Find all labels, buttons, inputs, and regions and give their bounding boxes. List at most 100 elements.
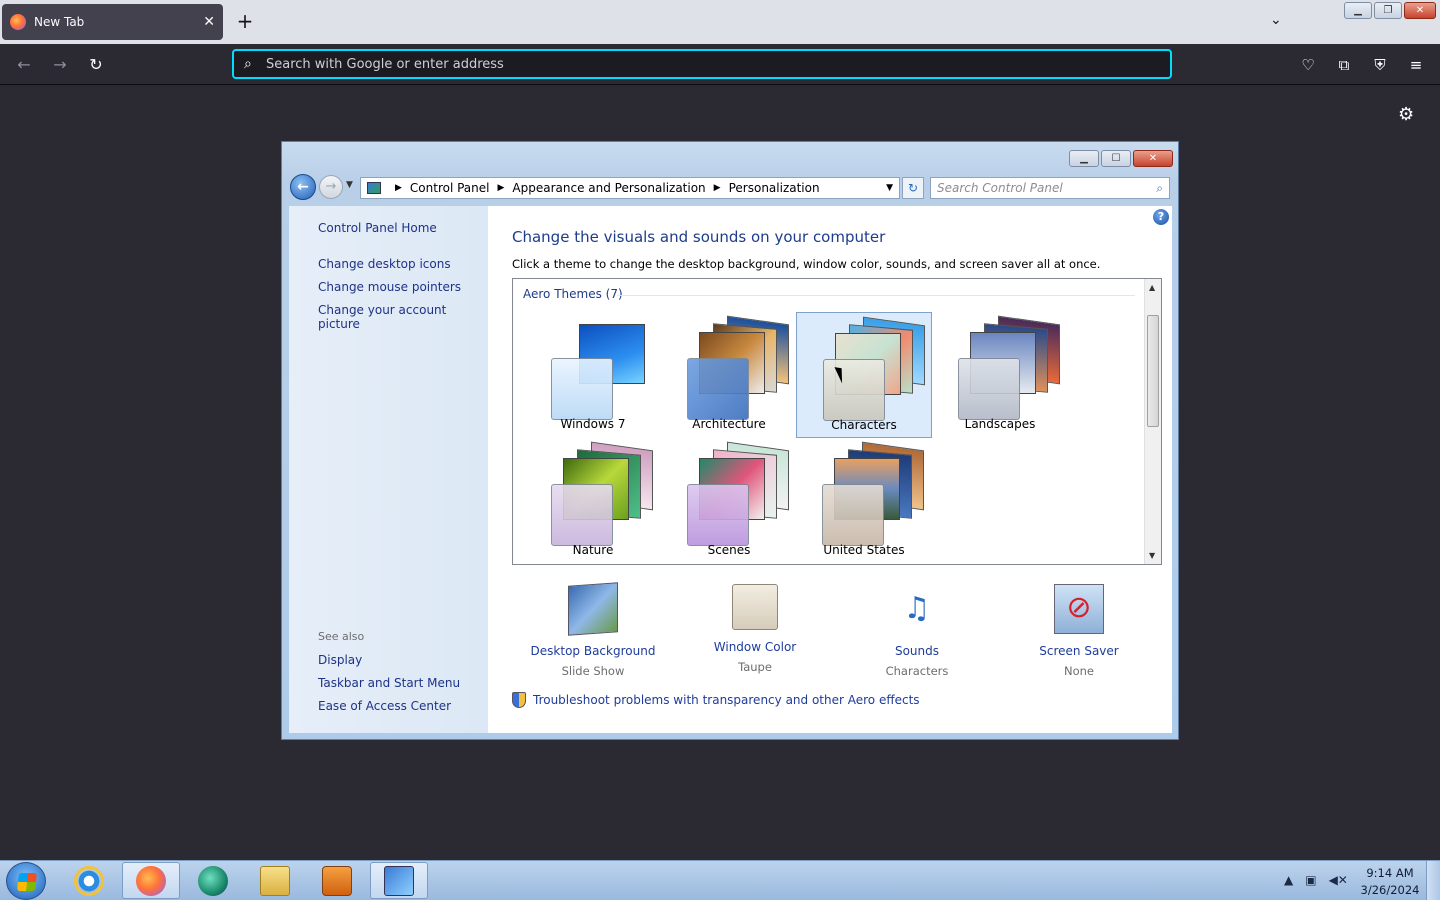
internet-explorer-icon	[74, 865, 104, 896]
cp-content: Control Panel Home Change desktop icons …	[289, 206, 1172, 733]
cp-back-button[interactable]: ←	[290, 174, 316, 200]
theme-label: Characters	[831, 418, 897, 432]
theme-list-scrollbar[interactable]: ▲ ▼	[1144, 279, 1161, 564]
theme-preview	[551, 320, 651, 420]
reload-icon[interactable]: ↻	[84, 53, 108, 77]
network-icon[interactable]: ▣	[1305, 873, 1316, 887]
taskbar-file-explorer[interactable]	[246, 862, 304, 899]
theme-architecture[interactable]: Architecture	[661, 312, 797, 438]
theme-windows-7[interactable]: Windows 7	[525, 312, 661, 438]
sounds-item[interactable]: ♫ Sounds Characters	[842, 584, 992, 678]
screen-saver-item[interactable]: ⊘ Screen Saver None	[1004, 584, 1154, 678]
search-icon[interactable]: ⌕	[1156, 178, 1163, 198]
link-control-panel-home[interactable]: Control Panel Home	[318, 221, 437, 235]
address-input[interactable]	[266, 56, 1146, 72]
link-taskbar-start-menu[interactable]: Taskbar and Start Menu	[318, 676, 460, 690]
search-control-panel-input[interactable]: Search Control Panel ⌕	[930, 177, 1170, 199]
link-change-account-picture[interactable]: Change your account picture	[318, 303, 488, 331]
troubleshoot-link-text[interactable]: Troubleshoot problems with transparency …	[533, 693, 920, 707]
desktop-background-icon	[568, 582, 618, 636]
ublock-shield-icon[interactable]: ⛨	[1368, 53, 1392, 77]
tab-new-tab[interactable]: New Tab ✕	[2, 4, 223, 40]
link-display[interactable]: Display	[318, 653, 362, 667]
tab-title: New Tab	[34, 15, 85, 29]
window-color-link[interactable]: Window Color	[680, 640, 830, 654]
troubleshoot-link[interactable]: Troubleshoot problems with transparency …	[512, 692, 920, 708]
firefox-icon	[10, 14, 26, 30]
start-button[interactable]	[6, 862, 46, 900]
desktop-background-item[interactable]: Desktop Background Slide Show	[518, 582, 668, 678]
theme-nature[interactable]: Nature	[525, 438, 661, 564]
control-panel-icon	[384, 865, 414, 896]
extensions-icon[interactable]: ⧉	[1332, 53, 1356, 77]
windows-logo-icon	[17, 873, 37, 891]
breadcrumb-chevron-icon[interactable]: ▶	[498, 183, 505, 193]
theme-united-states[interactable]: United States	[796, 438, 932, 564]
theme-preview	[687, 315, 789, 420]
scroll-up-icon[interactable]: ▲	[1149, 283, 1155, 292]
taskbar-control-panel[interactable]	[370, 862, 428, 899]
window-color-item[interactable]: Window Color Taupe	[680, 584, 830, 674]
theme-label: Windows 7	[560, 417, 626, 431]
aero-themes-group-label: Aero Themes (7)	[523, 287, 623, 301]
page-description: Click a theme to change the desktop back…	[512, 257, 1101, 271]
refresh-icon[interactable]: ↻	[902, 177, 924, 199]
restore-button[interactable]: ❐	[1374, 2, 1402, 19]
cp-maximize-button[interactable]: ☐	[1101, 150, 1131, 167]
browser-navigation-bar: ← → ↻ ⌕ ♡ ⧉ ⛨ ≡	[0, 44, 1440, 85]
pocket-icon[interactable]: ♡	[1296, 53, 1320, 77]
theme-label: Architecture	[692, 417, 766, 431]
search-placeholder: Search Control Panel	[937, 181, 1063, 195]
browser-window-controls: ▁ ❐ ✕	[1344, 2, 1436, 19]
system-clock[interactable]: 9:14 AM 3/26/2024	[1358, 865, 1422, 899]
close-tab-icon[interactable]: ✕	[203, 14, 215, 30]
recent-pages-icon[interactable]: ▼	[346, 180, 353, 190]
breadcrumb-appearance[interactable]: Appearance and Personalization	[512, 181, 705, 195]
cp-minimize-button[interactable]: ▁	[1069, 150, 1099, 167]
help-icon[interactable]: ?	[1153, 209, 1169, 225]
link-change-desktop-icons[interactable]: Change desktop icons	[318, 257, 451, 271]
screen-saver-value: None	[1063, 664, 1094, 678]
address-dropdown-icon[interactable]: ▼	[886, 183, 893, 193]
breadcrumb-chevron-icon[interactable]: ▶	[714, 183, 721, 193]
screen-saver-link[interactable]: Screen Saver	[1004, 644, 1154, 658]
cp-forward-button[interactable]: →	[319, 175, 343, 199]
breadcrumb[interactable]: ▶ Control Panel ▶ Appearance and Persona…	[360, 177, 900, 199]
taskbar-firefox[interactable]	[122, 862, 180, 899]
link-ease-of-access[interactable]: Ease of Access Center	[318, 699, 451, 713]
task-pane: Control Panel Home Change desktop icons …	[289, 206, 488, 733]
breadcrumb-control-panel[interactable]: Control Panel	[410, 181, 490, 195]
desktop-background-link[interactable]: Desktop Background	[518, 644, 668, 658]
back-icon[interactable]: ←	[12, 53, 36, 77]
breadcrumb-personalization[interactable]: Personalization	[729, 181, 820, 195]
shield-icon	[512, 692, 526, 708]
theme-scenes[interactable]: Scenes	[661, 438, 797, 564]
show-desktop-button[interactable]	[1426, 861, 1440, 900]
forward-icon[interactable]: →	[48, 53, 72, 77]
link-change-mouse-pointers[interactable]: Change mouse pointers	[318, 280, 461, 294]
close-button[interactable]: ✕	[1404, 2, 1436, 19]
theme-preview	[822, 441, 924, 546]
minimize-button[interactable]: ▁	[1344, 2, 1372, 19]
taskbar-internet-explorer[interactable]	[60, 862, 118, 899]
breadcrumb-chevron-icon[interactable]: ▶	[395, 183, 402, 193]
new-tab-button[interactable]: +	[234, 10, 256, 32]
cp-navigation: ← → ▼ ▶ Control Panel ▶ Appearance and P…	[290, 174, 1172, 202]
notification-area: ▲ ▣ ◀✕	[1284, 873, 1348, 887]
sounds-link[interactable]: Sounds	[842, 644, 992, 658]
scroll-down-icon[interactable]: ▼	[1149, 551, 1155, 560]
theme-list[interactable]: Aero Themes (7) Windows 7 Architecture C…	[512, 278, 1162, 565]
taskbar-media-player[interactable]	[308, 862, 366, 899]
theme-landscapes[interactable]: Landscapes	[932, 312, 1068, 438]
gear-icon[interactable]: ⚙	[1398, 104, 1414, 125]
volume-muted-icon[interactable]: ◀✕	[1329, 873, 1348, 887]
clock-time: 9:14 AM	[1366, 866, 1414, 880]
address-bar[interactable]: ⌕	[232, 49, 1172, 79]
scrollbar-thumb[interactable]	[1147, 315, 1159, 427]
menu-icon[interactable]: ≡	[1404, 53, 1428, 77]
theme-characters[interactable]: Characters	[796, 312, 932, 438]
cp-close-button[interactable]: ✕	[1133, 150, 1173, 167]
taskbar-app-green[interactable]	[184, 862, 242, 899]
list-all-tabs-icon[interactable]: ⌄	[1270, 12, 1282, 28]
show-hidden-icons-icon[interactable]: ▲	[1284, 873, 1293, 887]
